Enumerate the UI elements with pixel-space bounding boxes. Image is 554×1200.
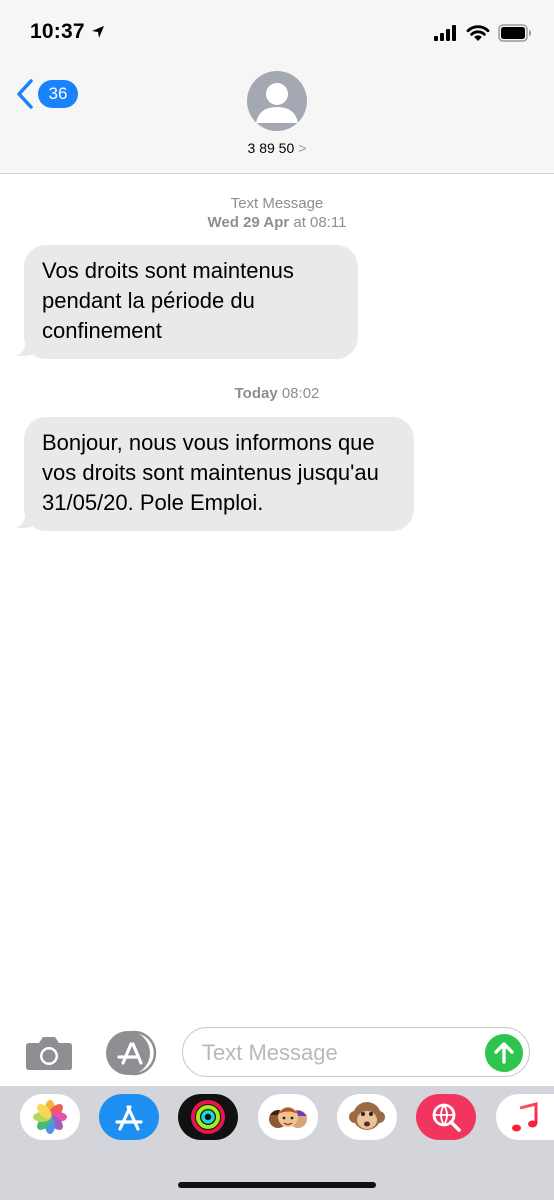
timestamp-time: at 08:11	[289, 214, 347, 231]
chevron-left-icon	[17, 79, 33, 109]
memoji-icon	[269, 1107, 307, 1128]
message-service-label: Text Message	[230, 195, 324, 212]
battery-icon	[498, 24, 531, 42]
cellular-signal-icon	[434, 25, 456, 41]
music-app-button[interactable]	[496, 1094, 554, 1140]
timestamp-day: Wed 29 Apr	[207, 214, 290, 231]
app-store-app-button[interactable]	[99, 1094, 159, 1140]
timestamp-time: 08:02	[277, 385, 320, 402]
photos-icon	[33, 1100, 67, 1134]
app-store-icon	[115, 1105, 143, 1131]
web-images-app-button[interactable]	[416, 1094, 476, 1140]
music-icon	[512, 1102, 538, 1132]
messages-screen: 10:37 36 3 89 50 > Text Message Wed 29 A…	[0, 0, 554, 1200]
send-button[interactable]	[485, 1034, 523, 1072]
received-message-bubble[interactable]: Vos droits sont maintenus pendant la pér…	[24, 245, 358, 359]
status-indicators	[434, 24, 532, 42]
arrow-up-icon	[494, 1042, 514, 1064]
timestamp-day: Today	[234, 385, 278, 402]
animoji-app-button[interactable]	[337, 1094, 397, 1140]
timestamp: Wed 29 Apr at 08:11	[0, 213, 554, 232]
back-button[interactable]: 36	[16, 78, 78, 110]
compose-bar	[0, 1018, 554, 1086]
home-indicator[interactable]	[178, 1182, 376, 1188]
message-input[interactable]	[202, 1037, 482, 1069]
contact-avatar[interactable]	[247, 71, 307, 131]
person-icon	[256, 83, 298, 123]
contact-name-button[interactable]: 3 89 50 >	[0, 140, 554, 156]
chevron-right-icon: >	[298, 140, 307, 156]
timestamp: Today 08:02	[0, 384, 554, 403]
message-text: Bonjour, nous vous informons que vos dro…	[42, 430, 379, 515]
status-bar: 10:37	[0, 0, 554, 62]
photos-app-button[interactable]	[20, 1094, 80, 1140]
status-time: 10:37	[30, 20, 105, 44]
location-arrow-icon	[91, 26, 104, 38]
app-store-icon	[106, 1030, 157, 1076]
app-drawer	[0, 1086, 554, 1200]
memoji-app-button[interactable]	[258, 1094, 318, 1140]
message-input-field[interactable]	[182, 1027, 530, 1077]
animoji-monkey-icon	[349, 1102, 385, 1130]
clock: 10:37	[30, 20, 85, 43]
activity-app-button[interactable]	[178, 1094, 238, 1140]
app-store-button[interactable]	[104, 1030, 158, 1076]
activity-icon	[191, 1100, 225, 1134]
received-message-bubble[interactable]: Bonjour, nous vous informons que vos dro…	[24, 417, 414, 531]
message-text: Vos droits sont maintenus pendant la pér…	[42, 258, 294, 343]
web-images-icon	[432, 1103, 461, 1132]
conversation-header: 36 3 89 50 >	[0, 62, 554, 174]
unread-count-badge: 36	[38, 80, 78, 108]
contact-name: 3 89 50	[247, 140, 295, 156]
camera-button[interactable]	[25, 1035, 73, 1071]
wifi-icon	[466, 25, 490, 41]
camera-icon	[26, 1037, 72, 1070]
